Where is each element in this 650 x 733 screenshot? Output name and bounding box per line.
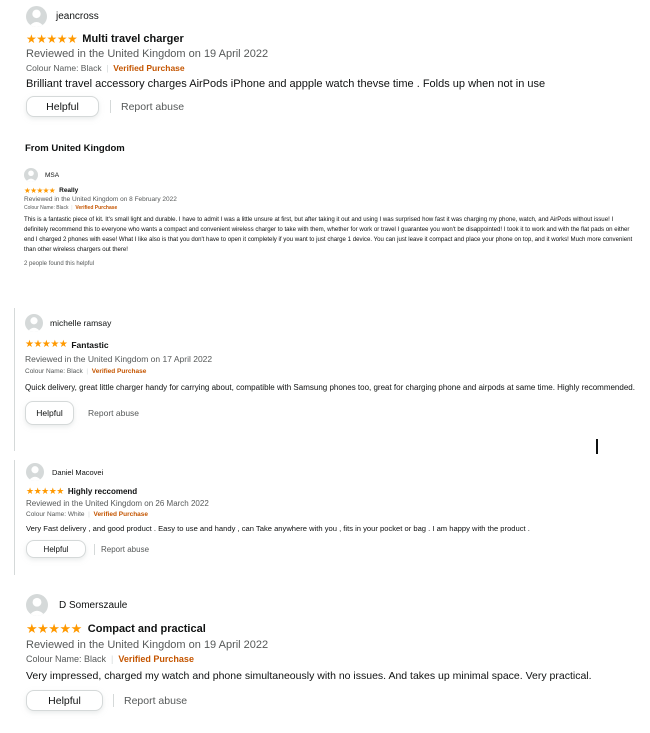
reviewer-name: jeancross	[56, 11, 99, 22]
review-actions: Helpful Report abuse	[26, 96, 636, 117]
review-variant: Colour Name: Black | Verified Purchase	[24, 205, 636, 211]
helpful-button[interactable]: Helpful	[26, 690, 103, 711]
review-actions: Helpful Report abuse	[25, 401, 625, 425]
verified-purchase-badge: Verified Purchase	[118, 654, 194, 664]
review-body: Brilliant travel accessory charges AirPo…	[26, 78, 546, 90]
reviewer-name: D Somerszaule	[59, 599, 128, 611]
review-title[interactable]: Highly reccomend	[68, 487, 137, 496]
separator: |	[86, 511, 92, 518]
reviewer-profile[interactable]: jeancross	[26, 6, 636, 27]
divider	[113, 694, 114, 707]
verified-purchase-badge: Verified Purchase	[75, 205, 118, 211]
reviewer-profile[interactable]: Daniel Macovei	[26, 463, 626, 481]
helpful-count: 2 people found this helpful	[24, 261, 95, 267]
verified-purchase-badge: Verified Purchase	[93, 511, 149, 518]
review-actions: Helpful Report abuse	[26, 540, 626, 558]
review-card: jeancross ★★★★★ Multi travel charger Rev…	[26, 6, 636, 117]
separator: |	[103, 63, 111, 73]
review-card: Daniel Macovei ★★★★★ Highly reccomend Re…	[26, 463, 626, 558]
review-body: Quick delivery, great little charger han…	[25, 383, 635, 392]
section-border	[14, 308, 15, 451]
review-card: MSA ★★★★★ Really Reviewed in the United …	[24, 168, 636, 267]
reviewer-profile[interactable]: MSA	[24, 168, 636, 182]
review-title[interactable]: Multi travel charger	[82, 33, 183, 45]
helpful-button[interactable]: Helpful	[25, 401, 74, 425]
report-abuse-link[interactable]: Report abuse	[124, 695, 187, 707]
text-cursor-icon	[596, 439, 598, 454]
review-title[interactable]: Compact and practical	[88, 623, 206, 635]
helpful-button[interactable]: Helpful	[26, 540, 86, 558]
separator: |	[108, 654, 116, 664]
report-abuse-link[interactable]: Report abuse	[88, 408, 139, 418]
avatar-icon	[24, 168, 38, 182]
review-variant: Colour Name: White | Verified Purchase	[26, 511, 626, 518]
variant-label[interactable]: Colour Name: Black	[25, 368, 83, 375]
review-date: Reviewed in the United Kingdom on 17 Apr…	[25, 354, 213, 364]
reviewer-name: michelle ramsay	[50, 318, 112, 328]
review-body: This is a fantastic piece of kit. It's s…	[24, 216, 633, 253]
reviewer-name: Daniel Macovei	[52, 467, 104, 477]
section-heading: From United Kingdom	[25, 143, 125, 154]
review-date: Reviewed in the United Kingdom on 19 Apr…	[26, 639, 269, 651]
report-abuse-link[interactable]: Report abuse	[101, 545, 149, 554]
avatar-icon	[26, 594, 48, 616]
review-date: Reviewed in the United Kingdom on 8 Febr…	[24, 196, 177, 203]
verified-purchase-badge: Verified Purchase	[113, 63, 185, 73]
star-rating-icon[interactable]: ★★★★★	[26, 486, 64, 497]
star-rating-icon[interactable]: ★★★★★	[26, 32, 78, 46]
review-date: Reviewed in the United Kingdom on 19 Apr…	[26, 48, 269, 60]
avatar-icon	[26, 463, 44, 481]
reviewer-profile[interactable]: michelle ramsay	[25, 314, 625, 332]
review-body: Very impressed, charged my watch and pho…	[26, 670, 592, 682]
review-date: Reviewed in the United Kingdom on 26 Mar…	[26, 499, 209, 508]
review-variant: Colour Name: Black | Verified Purchase	[26, 63, 636, 73]
review-actions: Helpful Report abuse	[26, 690, 636, 711]
review-body: Very Fast delivery , and good product . …	[26, 524, 530, 533]
divider	[110, 100, 111, 113]
variant-label[interactable]: Colour Name: Black	[24, 205, 68, 211]
variant-label[interactable]: Colour Name: White	[26, 511, 85, 518]
helpful-button[interactable]: Helpful	[26, 96, 99, 117]
verified-purchase-badge: Verified Purchase	[91, 368, 147, 375]
review-variant: Colour Name: Black | Verified Purchase	[25, 368, 625, 375]
reviewer-profile[interactable]: D Somerszaule	[26, 594, 636, 616]
divider	[94, 543, 95, 555]
star-rating-icon[interactable]: ★★★★★	[25, 339, 68, 350]
review-variant: Colour Name: Black | Verified Purchase	[26, 654, 636, 664]
star-rating-icon[interactable]: ★★★★★	[24, 186, 56, 195]
review-card: michelle ramsay ★★★★★ Fantastic Reviewed…	[25, 314, 635, 425]
avatar-icon	[25, 314, 43, 332]
reviewer-name: MSA	[45, 171, 60, 179]
review-title[interactable]: Fantastic	[71, 340, 108, 350]
star-rating-icon[interactable]: ★★★★★	[26, 621, 82, 637]
review-card: D Somerszaule ★★★★★ Compact and practica…	[26, 594, 636, 711]
review-title[interactable]: Really	[59, 187, 78, 194]
report-abuse-link[interactable]: Report abuse	[121, 101, 184, 113]
separator: |	[69, 205, 74, 211]
avatar-icon	[26, 6, 47, 27]
separator: |	[84, 368, 90, 375]
variant-label[interactable]: Colour Name: Black	[26, 654, 106, 664]
section-border	[14, 460, 15, 575]
variant-label[interactable]: Colour Name: Black	[26, 63, 102, 73]
